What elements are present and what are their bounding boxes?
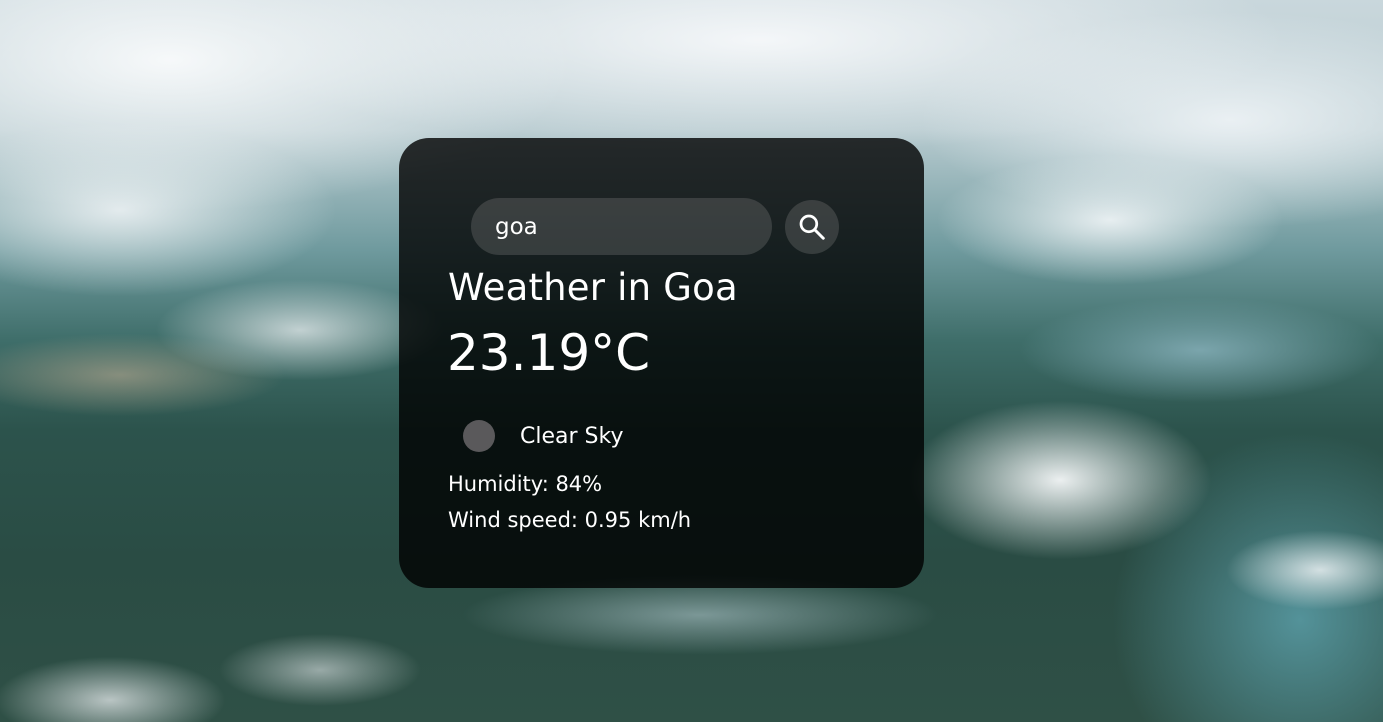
temperature: 23.19°C [447,324,651,382]
weather-condition: Clear Sky [463,420,623,452]
search-bar [471,198,839,255]
search-input[interactable] [471,198,772,255]
search-icon [799,214,825,240]
condition-text: Clear Sky [520,423,624,449]
weather-condition-icon [463,420,495,452]
city-title: Weather in Goa [448,266,738,309]
search-button[interactable] [785,199,839,254]
humidity-text: Humidity: 84% [448,472,603,496]
weather-card: Weather in Goa 23.19°C Clear Sky Humidit… [399,138,924,588]
wind-speed-text: Wind speed: 0.95 km/h [448,508,692,532]
